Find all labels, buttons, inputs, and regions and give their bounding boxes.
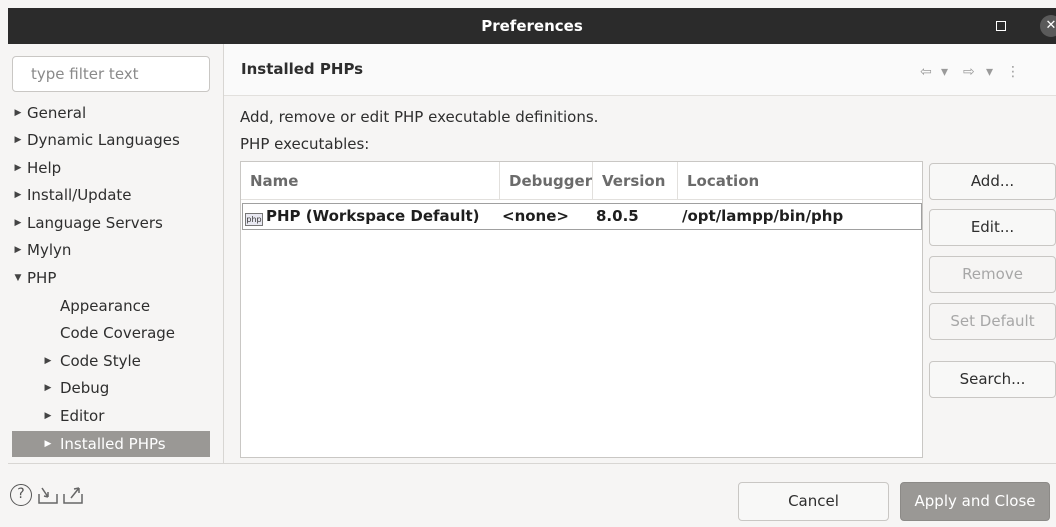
tree-item-label: Dynamic Languages: [27, 131, 180, 149]
column-header-version[interactable]: Version: [592, 162, 677, 200]
filter-field[interactable]: [12, 56, 210, 92]
cell-name: php PHP (Workspace Default): [245, 204, 480, 229]
tree-item-label: General: [27, 104, 87, 122]
php-icon: php: [245, 213, 263, 226]
tree-item-label: Help: [27, 159, 62, 177]
tree-item-label: Mylyn: [27, 241, 72, 259]
tree-item-code-style[interactable]: ▶ Code Style: [12, 348, 210, 374]
column-header-location[interactable]: Location: [677, 162, 922, 200]
expand-arrow-icon[interactable]: ▶: [12, 182, 24, 208]
pane-divider[interactable]: [223, 44, 224, 464]
tree-item-appearance[interactable]: Appearance: [12, 293, 210, 319]
cell-name-text: PHP (Workspace Default): [266, 207, 480, 225]
cell-debugger: <none>: [502, 207, 569, 225]
expand-arrow-icon[interactable]: ▶: [42, 375, 54, 401]
column-header-debugger[interactable]: Debugger: [499, 162, 592, 200]
tree-item-label: Code Style: [60, 352, 141, 370]
import-icon[interactable]: [37, 485, 59, 505]
remove-button[interactable]: Remove: [929, 256, 1056, 293]
tree-item-mylyn[interactable]: ▶ Mylyn: [12, 237, 210, 263]
expand-arrow-icon[interactable]: ▶: [12, 210, 24, 236]
table-header: Name Debugger Version Location: [241, 162, 922, 200]
tree-item-php[interactable]: ▼ PHP: [12, 265, 210, 291]
expand-arrow-icon[interactable]: ▶: [12, 237, 24, 263]
tree-item-help[interactable]: ▶ Help: [12, 155, 210, 181]
help-icon[interactable]: ?: [10, 484, 32, 506]
tree-item-dynamic-languages[interactable]: ▶ Dynamic Languages: [12, 127, 210, 153]
expand-arrow-icon[interactable]: ▶: [42, 431, 54, 457]
back-arrow-icon[interactable]: ⇦: [920, 64, 932, 80]
search-button[interactable]: Search...: [929, 361, 1056, 398]
tree-item-label: Appearance: [60, 297, 151, 315]
close-icon[interactable]: ✕: [1040, 15, 1056, 37]
expand-arrow-icon[interactable]: ▶: [12, 127, 24, 153]
expand-arrow-icon[interactable]: ▶: [42, 348, 54, 374]
tree-item-editor[interactable]: ▶ Editor: [12, 403, 210, 429]
tree-item-label: Install/Update: [27, 186, 132, 204]
title-bar: Preferences ✕: [8, 8, 1056, 44]
maximize-icon[interactable]: [996, 21, 1006, 31]
footer-divider: [8, 463, 1056, 464]
column-header-name[interactable]: Name: [241, 162, 499, 200]
page-description: Add, remove or edit PHP executable defin…: [240, 108, 599, 126]
set-default-button[interactable]: Set Default: [929, 303, 1056, 340]
expand-arrow-icon[interactable]: ▶: [42, 403, 54, 429]
apply-and-close-button[interactable]: Apply and Close: [900, 482, 1050, 521]
tree-item-code-coverage[interactable]: Code Coverage: [12, 320, 210, 346]
tree-item-label: Language Servers: [27, 214, 163, 232]
tree-item-label: Debug: [60, 379, 110, 397]
tree-item-debug[interactable]: ▶ Debug: [12, 375, 210, 401]
add-button[interactable]: Add...: [929, 163, 1056, 200]
tree-item-label: Code Coverage: [60, 324, 176, 342]
tree-item-label: Editor: [60, 407, 105, 425]
tree-item-language-servers[interactable]: ▶ Language Servers: [12, 210, 210, 236]
collapse-arrow-icon[interactable]: ▼: [12, 265, 24, 291]
chevron-down-icon[interactable]: ▾: [941, 64, 948, 80]
edit-button[interactable]: Edit...: [929, 209, 1056, 246]
table-row[interactable]: php PHP (Workspace Default) <none> 8.0.5 …: [242, 203, 922, 230]
cell-location: /opt/lampp/bin/php: [682, 207, 844, 225]
tree-item-label: Installed PHPs: [60, 435, 166, 453]
tree-item-general[interactable]: ▶ General: [12, 100, 210, 126]
cell-version: 8.0.5: [596, 207, 639, 225]
chevron-down-icon[interactable]: ▾: [986, 64, 993, 80]
more-menu-icon[interactable]: ⋮: [1006, 64, 1020, 80]
expand-arrow-icon[interactable]: ▶: [12, 100, 24, 126]
tree-item-installed-phps[interactable]: ▶ Installed PHPs: [12, 431, 210, 457]
expand-arrow-icon[interactable]: ▶: [12, 155, 24, 181]
tree-item-label: PHP: [27, 269, 57, 287]
tree-item-install-update[interactable]: ▶ Install/Update: [12, 182, 210, 208]
forward-arrow-icon[interactable]: ⇨: [963, 64, 975, 80]
cancel-button[interactable]: Cancel: [738, 482, 889, 521]
executables-label: PHP executables:: [240, 135, 370, 153]
export-icon[interactable]: [62, 485, 84, 505]
page-title: Installed PHPs: [241, 60, 364, 78]
window-title: Preferences: [481, 17, 583, 35]
filter-input[interactable]: [13, 57, 209, 91]
php-executables-table[interactable]: Name Debugger Version Location php PHP (W…: [240, 161, 923, 458]
